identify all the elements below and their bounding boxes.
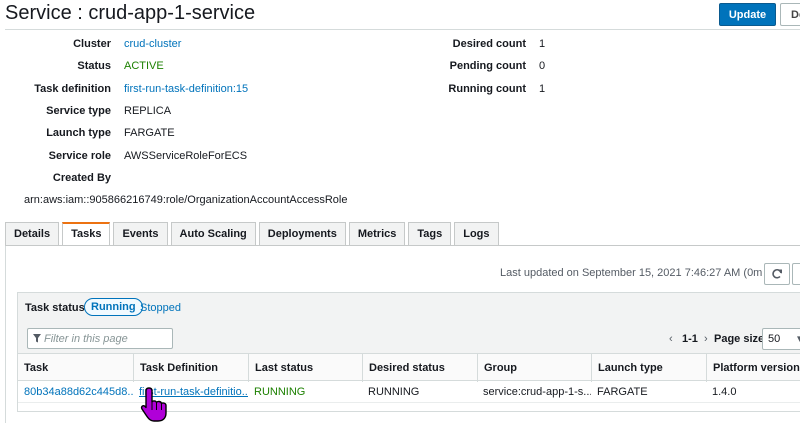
created-by-arn: arn:aws:iam::905866216749:role/Organizat… <box>24 194 348 206</box>
tabs-divider <box>5 245 800 246</box>
tasks-table-container: Task status: Running Stopped ‹ 1-1 › Pag… <box>17 292 800 412</box>
detail-label: Launch type <box>46 127 111 139</box>
chevron-right-icon[interactable]: › <box>704 333 708 345</box>
settings-button[interactable] <box>792 263 800 285</box>
last-status-cell: RUNNING <box>254 386 306 398</box>
title-divider <box>5 29 800 30</box>
status-filter-stopped[interactable]: Stopped <box>140 302 181 314</box>
pager-range: 1-1 <box>682 333 698 345</box>
tab-metrics[interactable]: Metrics <box>348 222 406 246</box>
tab-events[interactable]: Events <box>113 222 168 246</box>
table-toolbar: Task status: Running Stopped ‹ 1-1 › Pag… <box>18 293 800 353</box>
detail-pending-count: Pending count 0 <box>0 59 800 73</box>
detail-label: Service role <box>48 150 111 162</box>
desired-count-value: 1 <box>539 38 546 50</box>
column-header-group[interactable]: Group <box>477 354 591 382</box>
detail-service-role: Service role AWSServiceRoleForECS <box>0 149 800 163</box>
page-size-label: Page size <box>714 333 765 345</box>
update-button[interactable]: Update <box>719 3 776 26</box>
service-type-value: REPLICA <box>124 105 172 117</box>
desired-status-cell: RUNNING <box>368 386 420 398</box>
detail-label: Desired count <box>452 38 526 50</box>
tab-auto-scaling[interactable]: Auto Scaling <box>170 222 256 246</box>
detail-label: Pending count <box>449 60 526 72</box>
page-size-value: 50 <box>768 333 781 345</box>
task-id-link[interactable]: 80b34a88d62c445d8... <box>18 381 133 403</box>
running-count-value: 1 <box>539 83 546 95</box>
group-cell: service:crud-app-1-s... <box>483 386 591 398</box>
task-status-label: Task status: <box>25 302 89 314</box>
detail-label: Created By <box>52 172 111 184</box>
column-header-task-definition[interactable]: Task Definition <box>133 354 248 382</box>
detail-created-by: Created By <box>0 171 800 185</box>
chevron-left-icon[interactable]: ‹ <box>669 333 673 345</box>
platform-version-cell: 1.4.0 <box>712 386 737 398</box>
panel-border <box>5 246 6 423</box>
detail-service-type: Service type REPLICA <box>0 104 800 118</box>
detail-label: Running count <box>448 83 526 95</box>
filter-icon <box>33 334 41 343</box>
pending-count-value: 0 <box>539 60 546 72</box>
tab-details[interactable]: Details <box>5 222 60 246</box>
detail-running-count: Running count 1 <box>0 82 800 96</box>
tab-tasks[interactable]: Tasks <box>62 222 111 246</box>
launch-type-cell: FARGATE <box>597 386 648 398</box>
refresh-button[interactable] <box>764 263 790 285</box>
launch-type-value: FARGATE <box>124 127 175 139</box>
delete-button[interactable]: Delete <box>780 3 800 26</box>
tab-deployments[interactable]: Deployments <box>258 222 346 246</box>
detail-label: Service type <box>46 105 111 117</box>
column-header-task[interactable]: Task <box>18 354 133 382</box>
page-size-select[interactable]: 50 ▾ <box>762 328 800 350</box>
service-tabs: Details Tasks Events Auto Scaling Deploy… <box>5 222 502 246</box>
status-filter-running[interactable]: Running <box>84 298 143 316</box>
tab-tags[interactable]: Tags <box>408 222 452 246</box>
filter-box <box>27 328 173 349</box>
column-header-desired-status[interactable]: Desired status <box>362 354 477 382</box>
column-header-platform-version[interactable]: Platform version <box>706 354 800 382</box>
table-row: 80b34a88d62c445d8... first-run-task-defi… <box>18 381 800 403</box>
detail-launch-type: Launch type FARGATE <box>0 126 800 140</box>
column-header-last-status[interactable]: Last status <box>248 354 362 382</box>
column-header-launch-type[interactable]: Launch type <box>591 354 706 382</box>
detail-desired-count: Desired count 1 <box>0 37 800 51</box>
filter-input[interactable] <box>44 331 170 346</box>
page-title: Service : crud-app-1-service <box>5 2 256 24</box>
table-header: Task Task Definition Last status Desired… <box>18 353 800 382</box>
last-updated-text: Last updated on September 15, 2021 7:46:… <box>500 267 788 279</box>
service-role-value: AWSServiceRoleForECS <box>124 150 248 162</box>
refresh-icon <box>772 269 782 279</box>
tab-logs[interactable]: Logs <box>454 222 499 246</box>
hand-pointer-cursor-icon <box>140 387 167 422</box>
